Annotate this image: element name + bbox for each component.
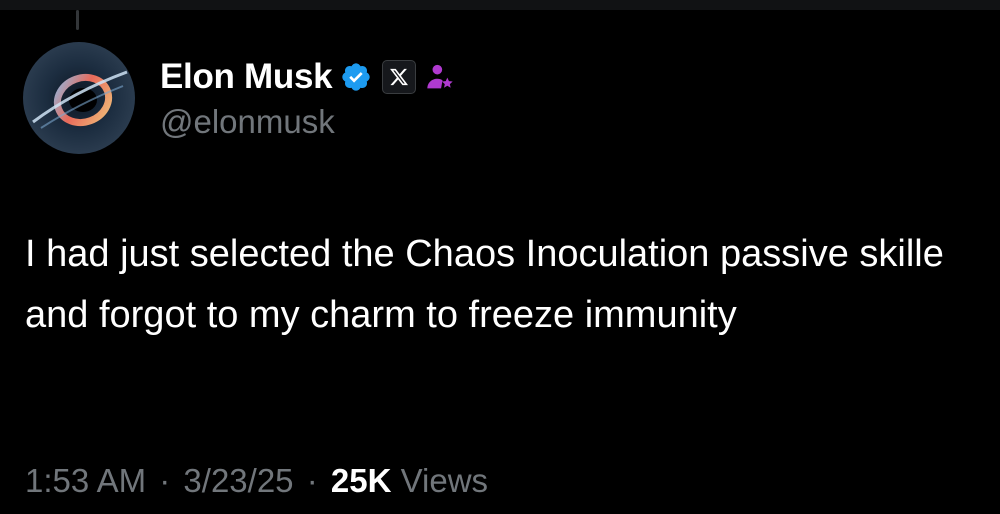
meta-separator: · bbox=[306, 462, 318, 499]
affiliate-person-star-icon[interactable] bbox=[424, 61, 456, 93]
name-row: Elon Musk bbox=[160, 55, 456, 99]
tweet-header: Elon Musk @elonmusk bbox=[160, 55, 456, 141]
views-count[interactable]: 25K bbox=[331, 462, 392, 499]
x-logo-icon[interactable] bbox=[382, 60, 417, 94]
avatar[interactable] bbox=[23, 42, 135, 154]
thread-connector-line bbox=[76, 10, 79, 30]
user-handle[interactable]: @elonmusk bbox=[160, 103, 456, 141]
views-label: Views bbox=[400, 462, 489, 499]
tweet-date[interactable]: 3/23/25 bbox=[183, 462, 293, 499]
tweet-time[interactable]: 1:53 AM bbox=[25, 462, 146, 499]
display-name[interactable]: Elon Musk bbox=[160, 57, 333, 97]
tweet-meta: 1:53 AM · 3/23/25 · 25K Views bbox=[25, 462, 488, 500]
verified-badge-icon[interactable] bbox=[340, 61, 372, 93]
meta-separator: · bbox=[159, 462, 171, 499]
black-hole-avatar-icon bbox=[23, 42, 135, 154]
tweet-text: I had just selected the Chaos Inoculatio… bbox=[25, 233, 944, 336]
top-strip bbox=[0, 0, 1000, 10]
